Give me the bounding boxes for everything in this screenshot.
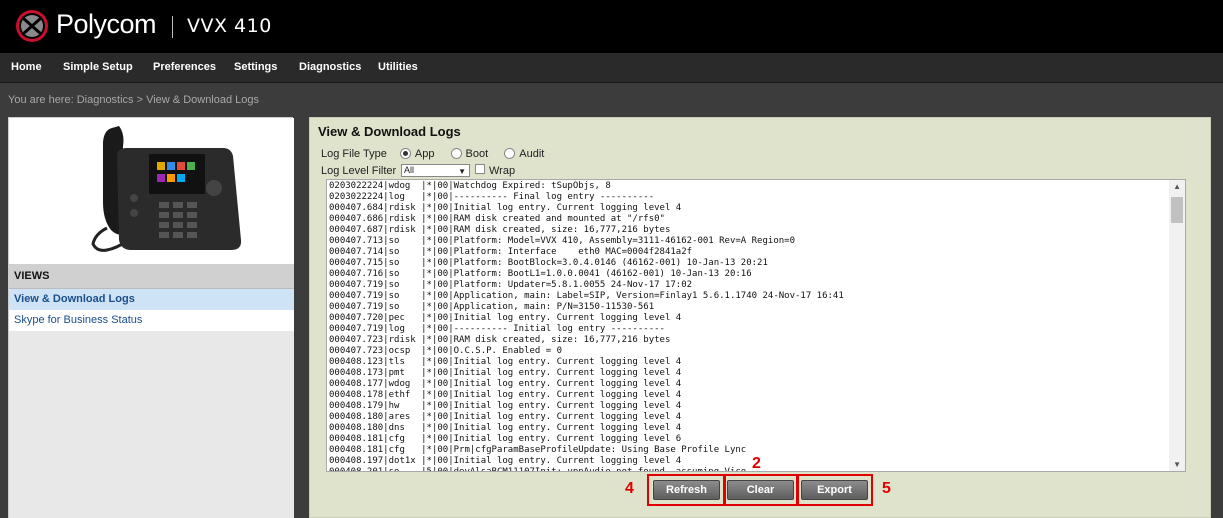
annotation-number-2: 2 bbox=[752, 455, 761, 472]
annotation-box-export bbox=[797, 474, 873, 506]
annotation-box-refresh bbox=[647, 474, 726, 506]
sidebar-empty-area bbox=[9, 331, 294, 518]
phone-image bbox=[9, 118, 294, 264]
page-title: View & Download Logs bbox=[318, 124, 461, 139]
log-line: 0203022224|wdog |*|00|Watchdog Expired: … bbox=[329, 181, 611, 191]
annotation-box-clear bbox=[723, 474, 798, 506]
log-textarea[interactable]: 0203022224|wdog |*|00|Watchdog Expired: … bbox=[326, 179, 1186, 472]
log-line: 000408.197|dot1x |*|00|Initial log entry… bbox=[329, 456, 682, 466]
sidebar-item-view-download-logs[interactable]: View & Download Logs bbox=[9, 289, 294, 310]
log-line: 000407.716|so |*|00|Platform: BootL1=1.0… bbox=[329, 269, 752, 279]
sidebar-item-skype-status[interactable]: Skype for Business Status bbox=[9, 310, 294, 331]
radio-audit-label: Audit bbox=[519, 148, 545, 160]
radio-audit[interactable]: Audit bbox=[504, 148, 544, 160]
log-line: 000407.715|so |*|00|Platform: BootBlock=… bbox=[329, 258, 768, 268]
radio-boot-control[interactable] bbox=[450, 148, 462, 159]
log-line: 000407.713|so |*|00|Platform: Model=VVX … bbox=[329, 236, 795, 246]
main-nav: Home Simple Setup Preferences Settings D… bbox=[0, 53, 1223, 83]
log-line: 000407.687|rdisk |*|00|RAM disk created,… bbox=[329, 225, 671, 235]
phone-model: VVX 410 bbox=[187, 15, 272, 37]
views-header: VIEWS bbox=[9, 264, 294, 289]
log-line: 0203022224|log |*|00|---------- Final lo… bbox=[329, 192, 655, 202]
nav-home[interactable]: Home bbox=[11, 61, 42, 73]
log-line: 000407.723|ocsp |*|00|O.C.S.P. Enabled =… bbox=[329, 346, 562, 356]
radio-boot-label: Boot bbox=[465, 148, 489, 160]
brand-name: Polycom bbox=[56, 9, 157, 39]
annotation-number-4: 4 bbox=[625, 480, 634, 497]
annotation-number-5: 5 bbox=[882, 480, 891, 497]
log-line: 000407.684|rdisk |*|00|Initial log entry… bbox=[329, 203, 682, 213]
wrap-label: Wrap bbox=[489, 165, 516, 177]
polycom-logo-icon bbox=[16, 10, 48, 42]
log-level-value: All bbox=[404, 165, 415, 175]
log-line: 000408.180|ares |*|00|Initial log entry.… bbox=[329, 412, 682, 422]
log-line: 000408.177|wdog |*|00|Initial log entry.… bbox=[329, 379, 682, 389]
nav-utilities[interactable]: Utilities bbox=[378, 61, 418, 73]
log-level-filter-label: Log Level Filter bbox=[321, 165, 397, 177]
log-line: 000407.719|so |*|00|Application, main: P… bbox=[329, 302, 655, 312]
scroll-down-icon[interactable]: ▼ bbox=[1173, 460, 1181, 469]
log-line: 000407.686|rdisk |*|00|RAM disk created … bbox=[329, 214, 665, 224]
log-line: 000407.720|pec |*|00|Initial log entry. … bbox=[329, 313, 682, 323]
radio-app-label: App bbox=[414, 148, 435, 160]
scroll-up-icon[interactable]: ▲ bbox=[1173, 182, 1181, 191]
scroll-thumb[interactable] bbox=[1171, 197, 1183, 223]
chevron-down-icon: ▼ bbox=[458, 167, 466, 176]
log-level-select[interactable]: All ▼ bbox=[401, 164, 470, 177]
nav-preferences[interactable]: Preferences bbox=[153, 61, 216, 73]
sidebar: VIEWS View & Download Logs Skype for Bus… bbox=[8, 117, 294, 518]
radio-app-control[interactable] bbox=[399, 148, 411, 159]
log-line: 000407.719|log |*|00|---------- Initial … bbox=[329, 324, 665, 334]
nav-diagnostics[interactable]: Diagnostics bbox=[299, 61, 361, 73]
log-line: 000408.173|pmt |*|00|Initial log entry. … bbox=[329, 368, 682, 378]
nav-settings[interactable]: Settings bbox=[234, 61, 277, 73]
radio-app[interactable]: App bbox=[399, 148, 435, 160]
log-line: 000408.123|tls |*|00|Initial log entry. … bbox=[329, 357, 682, 367]
log-content: 0203022224|wdog |*|00|Watchdog Expired: … bbox=[329, 181, 844, 472]
log-line: 000408.180|dns |*|00|Initial log entry. … bbox=[329, 423, 682, 433]
radio-audit-control[interactable] bbox=[504, 148, 516, 159]
log-line: 000408.181|cfg |*|00|Prm|cfgParamBasePro… bbox=[329, 445, 747, 455]
radio-boot[interactable]: Boot bbox=[450, 148, 489, 160]
breadcrumb: You are here: Diagnostics > View & Downl… bbox=[8, 94, 260, 106]
log-line: 000407.723|rdisk |*|00|RAM disk created,… bbox=[329, 335, 671, 345]
log-line: 000407.719|so |*|00|Application, main: L… bbox=[329, 291, 844, 301]
log-scrollbar[interactable]: ▲ ▼ bbox=[1169, 180, 1185, 471]
top-header: Polycom VVX 410 bbox=[0, 0, 1223, 53]
header-divider bbox=[172, 16, 173, 38]
log-file-type-row: Log File Type App Boot Audit bbox=[321, 148, 544, 160]
log-file-type-label: Log File Type bbox=[321, 148, 387, 160]
nav-simple-setup[interactable]: Simple Setup bbox=[63, 61, 133, 73]
log-line: 000407.714|so |*|00|Platform: Interface … bbox=[329, 247, 693, 257]
log-line: 000408.178|ethf |*|00|Initial log entry.… bbox=[329, 390, 682, 400]
wrap-checkbox[interactable] bbox=[475, 164, 485, 174]
log-line: 000408.201|so |5|00|devAlsaBCM11107Init:… bbox=[329, 467, 747, 472]
desk-phone-icon bbox=[91, 126, 242, 252]
log-line: 000408.179|hw |*|00|Initial log entry. C… bbox=[329, 401, 682, 411]
main-panel: View & Download Logs Log File Type App B… bbox=[309, 117, 1211, 518]
log-line: 000407.719|so |*|00|Platform: Updater=5.… bbox=[329, 280, 693, 290]
log-line: 000408.181|cfg |*|00|Initial log entry. … bbox=[329, 434, 682, 444]
